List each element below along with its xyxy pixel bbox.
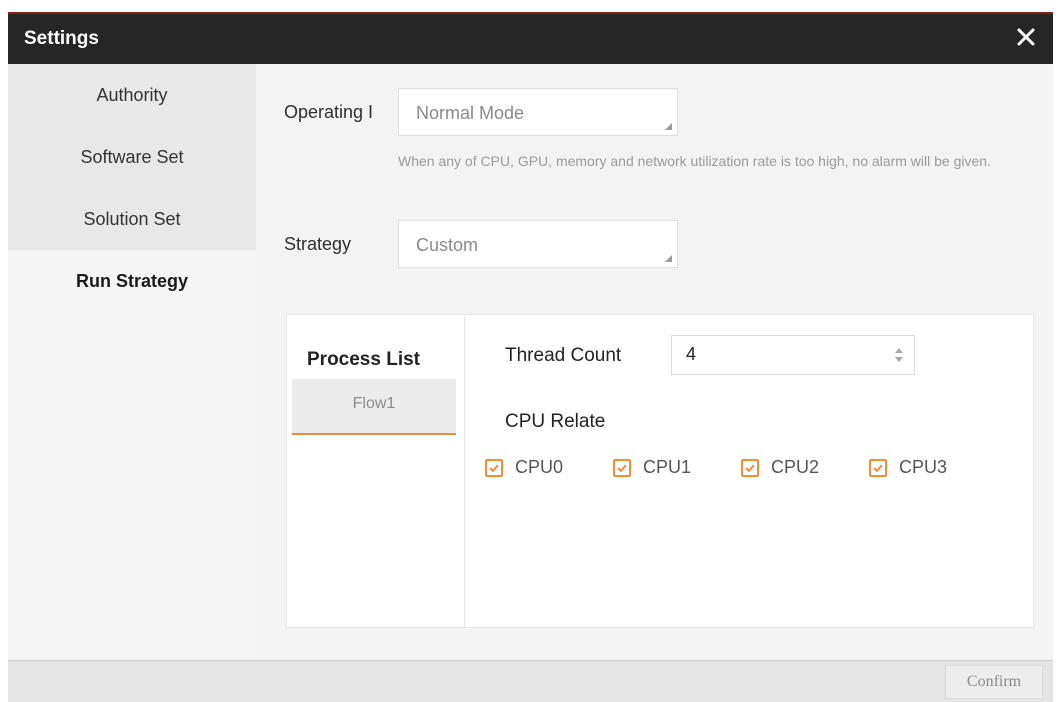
process-list-title: Process List [307,349,420,370]
cpu0-label: CPU0 [515,457,564,477]
operating-mode-value: Normal Mode [416,103,525,123]
process-item-flow1[interactable]: Flow1 [292,379,456,435]
strategy-label: Strategy [284,234,352,254]
process-panel: Process List Flow1 Thread Count 4 CPU Re… [286,314,1034,628]
operating-mode-select[interactable]: Normal Mode [398,88,678,136]
sidebar-item-software-set[interactable]: Software Set [8,126,256,188]
checkmark-icon[interactable] [869,459,887,477]
cpu2-label: CPU2 [771,457,820,477]
operating-label: Operating I [284,102,374,122]
sidebar-item-run-strategy[interactable]: Run Strategy [8,250,256,312]
title-bar: Settings [8,14,1053,64]
thread-count-value: 4 [686,344,697,364]
strategy-value: Custom [416,235,479,255]
resize-grip-icon [665,255,672,262]
checkmark-icon[interactable] [485,459,503,477]
cpu3-label: CPU3 [899,457,948,477]
content-area: Operating I Normal Mode When any of CPU,… [256,64,1053,660]
sidebar: Authority Software Set Solution Set Run … [8,64,256,660]
settings-window: Settings Authority Software Set Solution… [8,12,1053,702]
sidebar-item-authority[interactable]: Authority [8,64,256,126]
panel-divider [464,315,465,627]
sidebar-item-solution-set[interactable]: Solution Set [8,188,256,250]
operating-hint: When any of CPU, GPU, memory and network… [398,153,991,169]
dialog-footer: Confirm [8,660,1053,702]
checkmark-icon[interactable] [613,459,631,477]
confirm-button[interactable]: Confirm [945,665,1043,699]
thread-count-spinbox[interactable]: 4 [671,335,915,375]
thread-count-label: Thread Count [505,345,622,366]
checkmark-icon[interactable] [741,459,759,477]
close-icon[interactable] [1015,26,1037,48]
resize-grip-icon [665,123,672,130]
cpu1-label: CPU1 [643,457,692,477]
strategy-select[interactable]: Custom [398,220,678,268]
spin-arrows-icon[interactable] [894,345,904,365]
window-title: Settings [24,28,99,49]
sidebar-fill [8,312,256,660]
cpu-relate-label: CPU Relate [505,411,606,432]
